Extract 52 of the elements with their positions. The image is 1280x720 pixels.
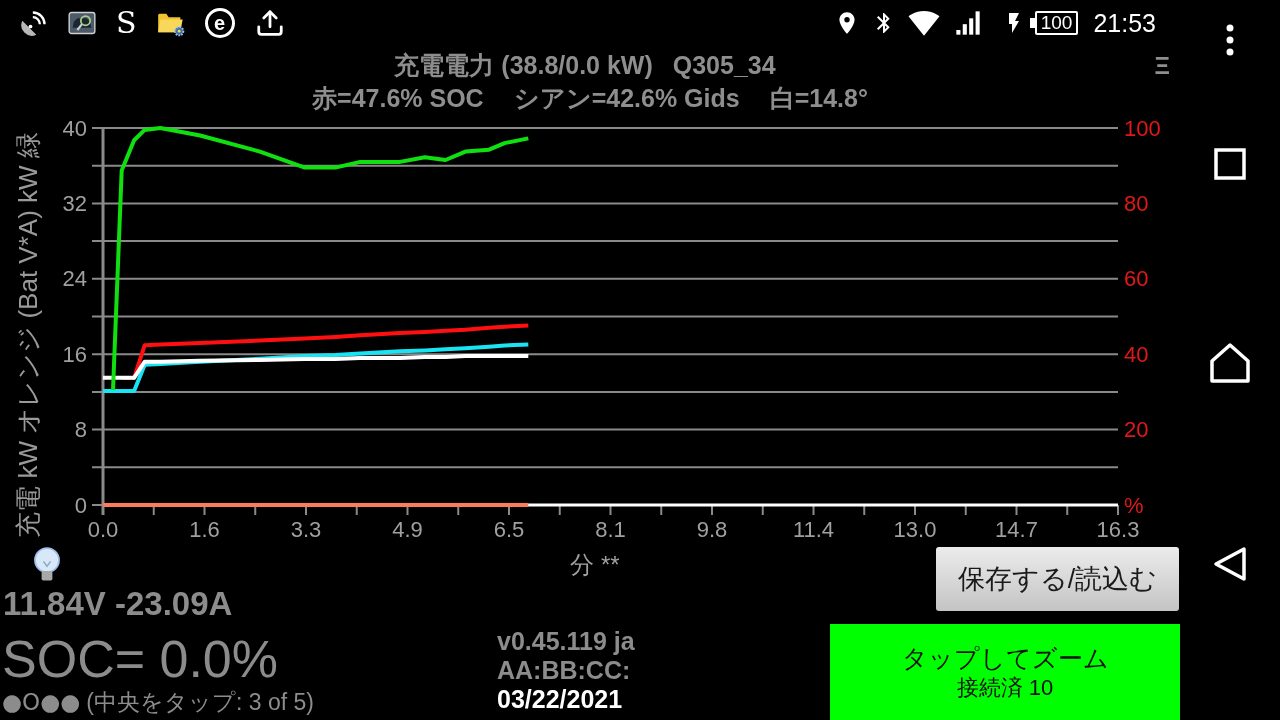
date-text: 03/22/2021 <box>497 685 623 714</box>
axis-tick-label: 9.8 <box>696 517 728 542</box>
axis-tick-label: 40 <box>62 115 87 141</box>
satellite-dish-icon <box>20 8 48 37</box>
axis-tick-label: 13.0 <box>893 517 937 542</box>
soc-readout: SOC= 0.0% <box>2 630 279 688</box>
axis-tick-label: 8.1 <box>595 517 626 542</box>
chart-title: 充電電力 (38.8/0.0 kW) <box>394 50 653 81</box>
axis-tick-label: 8 <box>74 417 87 443</box>
vehicle-id: Q305_34 <box>672 50 776 81</box>
axis-tick-label: 80 <box>1124 190 1149 216</box>
axis-tick-label: 11.4 <box>792 517 835 542</box>
upload-icon <box>254 7 285 38</box>
axis-tick-label: 0 <box>74 492 87 518</box>
axis-tick-label: 60 <box>1124 266 1149 292</box>
more-options-icon[interactable] <box>1226 24 1234 56</box>
axis-tick-label: 32 <box>62 190 87 216</box>
axis-tick-label: 4.9 <box>392 517 423 542</box>
axis-tick-label: 3.3 <box>290 517 322 542</box>
x-axis-label: 分 ** <box>570 551 620 579</box>
page-dots: ●O●● <box>2 688 81 716</box>
axis-tick-label: 0.0 <box>87 517 119 542</box>
axis-tick-label: 16 <box>62 341 87 367</box>
axis-tick-label: % <box>1124 492 1144 518</box>
legend-text: 白=14.8° <box>769 83 868 114</box>
y-axis-label: 充電 kW オレンジ (Bat V*A) kW 緑 <box>13 132 43 538</box>
clock-time: 21:53 <box>1093 8 1156 37</box>
voltage-current-readout: 11.84V -23.09A <box>3 584 233 623</box>
axis-tick-label: 20 <box>1124 417 1149 443</box>
axis-tick-label: 6.5 <box>493 517 525 542</box>
app-letter-icon: e <box>204 7 235 38</box>
home-icon[interactable] <box>1210 343 1250 383</box>
signal-icon <box>953 8 982 37</box>
app-letter-icon: S <box>116 7 137 38</box>
save-load-button[interactable]: 保存する/読込む <box>936 547 1179 611</box>
legend-text: 赤=47.6% SOC <box>312 83 484 114</box>
battery-indicator: 100 <box>1029 10 1079 35</box>
axis-tick-label: 14.7 <box>995 517 1038 542</box>
axis-tick-label: 24 <box>62 266 87 292</box>
lightbulb-icon <box>32 547 62 583</box>
version-text: v0.45.119 ja <box>497 627 635 656</box>
recent-apps-icon[interactable] <box>1214 148 1246 180</box>
device-address: AA:BB:CC: <box>497 656 631 685</box>
axis-tick-label: 40 <box>1124 341 1149 367</box>
axis-tick-label: 100 <box>1124 115 1161 141</box>
zoom-status-button[interactable]: タップしてズーム 接続済 10 <box>830 624 1180 720</box>
page-hint: (中央をタップ: 3 of 5) <box>86 688 314 716</box>
axis-tick-label: 1.6 <box>189 517 220 542</box>
legend-text: シアン=42.6% Gids <box>513 83 740 114</box>
axis-tick-label: 16.3 <box>1096 517 1140 542</box>
menu-glyph[interactable]: Ξ <box>1154 51 1170 80</box>
back-icon[interactable] <box>1213 546 1247 582</box>
